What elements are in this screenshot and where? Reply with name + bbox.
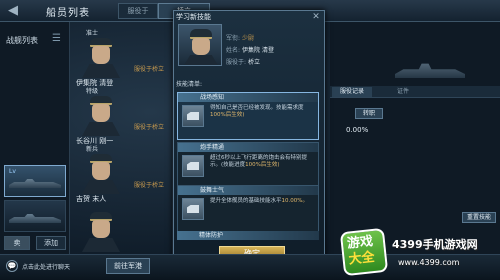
crew-uniform: [82, 238, 120, 252]
sell-button[interactable]: 卖: [4, 236, 30, 250]
ship-image: [9, 214, 61, 223]
skill-icon: [182, 155, 204, 177]
skill-name: 鼓舞士气: [178, 186, 318, 195]
name-label: 姓名:: [226, 47, 241, 54]
back-arrow-icon[interactable]: ◀: [4, 3, 22, 19]
service-value: 桥立: [248, 59, 261, 66]
dialog-title: 学习新技能: [176, 13, 211, 21]
portrait-face: [192, 38, 210, 55]
ship-level: Lv: [9, 168, 16, 175]
crew-card[interactable]: 准士 伊集院 清登 服役于桥立: [72, 28, 172, 87]
transfer-button[interactable]: 转职: [355, 108, 383, 119]
watermark-site-name: 4399手机游戏网: [392, 238, 478, 251]
skill-list-label: 技能清单:: [176, 81, 203, 88]
chat-prompt[interactable]: 点击此处进行聊天: [22, 262, 70, 271]
crew-rank: 新兵: [86, 146, 99, 153]
crew-rank: 特级: [86, 88, 99, 95]
add-button[interactable]: 添加: [36, 236, 66, 250]
crew-assignment: 服役于桥立: [134, 182, 165, 189]
crew-assignment: 服役于桥立: [134, 124, 165, 131]
skill-description: 超过6秒以上飞行距离的炮击会有特别提示。(技能进度100%后生效): [210, 155, 316, 169]
skill-option[interactable]: 炮手精通 超过6秒以上飞行距离的炮击会有特别提示。(技能进度100%后生效): [177, 142, 319, 190]
portrait-uniform: [183, 55, 219, 65]
skill-description-highlight: 10.00%。: [281, 198, 308, 204]
crew-face: [92, 104, 110, 122]
close-icon[interactable]: ✕: [310, 11, 322, 23]
chat-icon[interactable]: 💬: [6, 260, 18, 272]
service-row: 服役于: 桥立: [226, 57, 260, 66]
skill-name: 炮手精通: [178, 143, 318, 152]
skill-description-text: 得知自己是否已经被发现。技能需求度: [210, 105, 304, 111]
ship-card[interactable]: [4, 200, 66, 232]
watermark-badge-text: 大全: [347, 249, 376, 268]
crew-face: [92, 220, 110, 238]
watermark-badge-text: 游戏: [346, 234, 374, 252]
crew-rank: 准士: [86, 30, 99, 37]
skill-icon: [182, 105, 204, 127]
skill-icon: [182, 198, 204, 220]
go-to-port-button[interactable]: 前往军港: [106, 258, 150, 274]
tab-serving[interactable]: 服役于: [118, 3, 158, 19]
name-value: 伊集院 清登: [242, 47, 274, 54]
skill-option[interactable]: 鼓舞士气 提升全体舰员的基础技能水平10.00%。: [177, 185, 319, 233]
watermark-url: www.4399.com: [398, 258, 460, 267]
skill-progress-value: 0.00%: [346, 126, 369, 134]
skill-description-text: 提升全体舰员的基础技能水平: [210, 198, 282, 204]
page-title: 船员列表: [46, 8, 90, 19]
name-row: 姓名: 伊集院 清登: [226, 45, 274, 54]
skill-description-highlight: 100%后生效): [245, 162, 280, 168]
skill-name: 战场感知: [178, 93, 318, 102]
fleet-list-label: 战舰列表: [6, 36, 38, 45]
crew-face: [92, 46, 110, 64]
reset-skills-button[interactable]: 重置技能: [462, 212, 496, 223]
rank-row: 军衔: 少尉: [226, 33, 254, 42]
crew-card[interactable]: 特级 长谷川 刚一 服役于桥立: [72, 86, 172, 145]
crew-card[interactable]: 新兵 吉贺 末人 服役于桥立: [72, 144, 172, 203]
tab-service-record[interactable]: 服役记录: [332, 87, 372, 97]
rank-label: 军衔:: [226, 35, 241, 42]
skill-description: 得知自己是否已经被发现。技能需求度100%后生效): [210, 105, 316, 119]
list-view-icon[interactable]: ☰: [52, 33, 64, 44]
skill-description-highlight: 100%后生效): [210, 112, 245, 118]
crew-list: 准士 伊集院 清登 服役于桥立 特级 长谷川 刚一 服役于桥立 新兵 吉贺 末人…: [72, 22, 172, 254]
crew-card[interactable]: [72, 202, 172, 258]
crew-portrait: [178, 24, 222, 66]
tab-certificate[interactable]: 证件: [388, 87, 418, 97]
crew-uniform: [82, 64, 120, 78]
crew-face: [92, 162, 110, 180]
ship-image: [9, 179, 61, 188]
rank-value: 少尉: [242, 35, 255, 42]
skill-option[interactable]: 精体防护: [177, 231, 319, 240]
skill-option[interactable]: 战场感知 得知自己是否已经被发现。技能需求度100%后生效): [177, 92, 319, 140]
crew-uniform: [82, 122, 120, 136]
skill-description: 提升全体舰员的基础技能水平10.00%。: [210, 198, 316, 205]
crew-uniform: [82, 180, 120, 194]
crew-assignment: 服役于桥立: [134, 66, 165, 73]
ship-card[interactable]: Lv: [4, 165, 66, 197]
service-label: 服役于:: [226, 59, 247, 66]
watermark-logo: 游戏 大全: [339, 227, 389, 277]
